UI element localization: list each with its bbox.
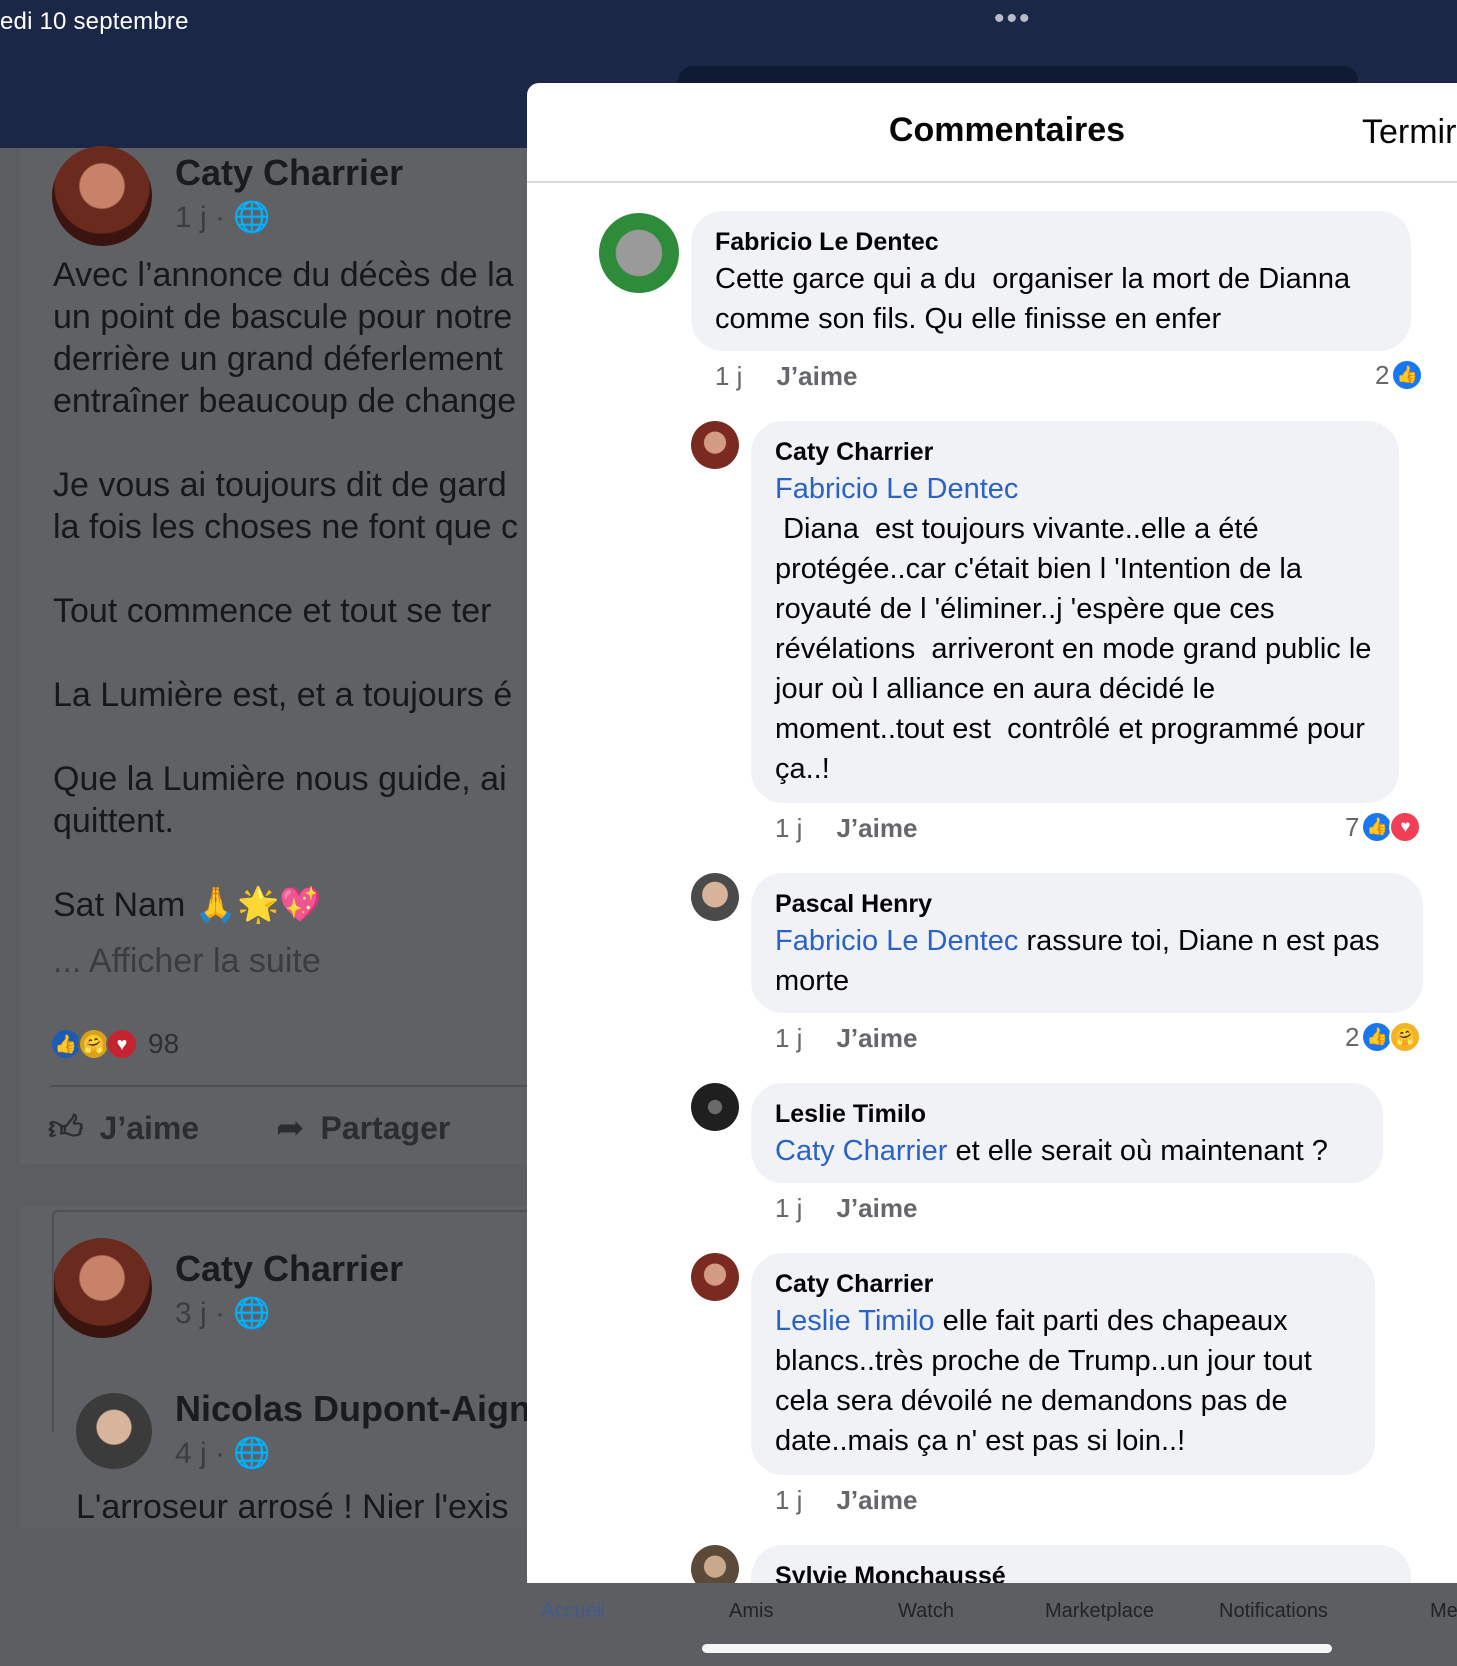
see-more-link[interactable]: ... Afficher la suite [53, 942, 321, 981]
mention-link[interactable]: Caty Charrier [775, 1135, 947, 1167]
comment-like-button[interactable]: J’aime [836, 1023, 917, 1054]
share-icon: ➦ [276, 1109, 305, 1147]
post-meta: 1 j · 🌐 [175, 201, 271, 234]
comment-list[interactable]: Fabricio Le Dentec Cette garce qui a du … [527, 183, 1457, 1583]
commenter-avatar[interactable] [691, 1253, 739, 1301]
comment-like-button[interactable]: J’aime [836, 1193, 917, 1224]
comment-reactions[interactable]: 7 👍 ♥ [1345, 811, 1422, 843]
comment-like-button[interactable]: J’aime [836, 813, 917, 844]
comment-actions: 1 j J’aime [715, 361, 857, 392]
comment-like-button[interactable]: J’aime [836, 1485, 917, 1516]
reaction-count: 2 [1375, 359, 1390, 390]
share-label: Partager [320, 1109, 451, 1146]
comment-author[interactable]: Pascal Henry [775, 887, 1399, 921]
comment-reactions[interactable]: 2 👍 [1375, 359, 1424, 391]
love-icon: ♥ [106, 1028, 138, 1060]
comment-author[interactable]: Sylvie Monchaussé [775, 1559, 1387, 1583]
comment-bubble[interactable]: Caty Charrier Fabricio Le Dentec Diana e… [751, 421, 1399, 803]
commenter-avatar[interactable] [691, 1083, 739, 1131]
shared-author-name[interactable]: Nicolas Dupont-Aigna [175, 1388, 551, 1430]
shared-post-meta: 4 j · 🌐 [175, 1437, 271, 1470]
multitasking-dots-icon[interactable]: ••• [994, 2, 1032, 36]
comment-text: Caty Charrier et elle serait où maintena… [775, 1131, 1359, 1171]
comment-bubble[interactable]: Sylvie Monchaussé [751, 1545, 1411, 1583]
comment-bubble[interactable]: Pascal Henry Fabricio Le Dentec rassure … [751, 873, 1423, 1013]
like-label: J’aime [99, 1110, 200, 1146]
shared-author-avatar[interactable] [76, 1393, 152, 1469]
sheet-title: Commentaires [888, 111, 1126, 149]
comment-text: Cette garce qui a du organiser la mort d… [715, 259, 1387, 339]
commenter-avatar[interactable] [691, 873, 739, 921]
comment-body: et elle serait où maintenant ? [947, 1135, 1328, 1167]
comment-text: Fabricio Le Dentec Diana est toujours vi… [775, 469, 1375, 789]
like-button[interactable]: 👍︎ J’aime [48, 1108, 199, 1149]
commenter-avatar[interactable] [691, 421, 739, 469]
reaction-count: 98 [148, 1028, 180, 1059]
tab-friends[interactable]: Amis [729, 1600, 773, 1623]
comment-reactions[interactable]: 2 👍 🤗 [1345, 1021, 1422, 1053]
thumbs-up-icon: 👍︎ [48, 1109, 84, 1147]
comment-like-button[interactable]: J’aime [776, 361, 857, 392]
tab-notifications[interactable]: Notifications [1219, 1600, 1328, 1623]
post-author-name[interactable]: Caty Charrier [175, 152, 403, 194]
comment-actions: 1 j J’aime [775, 1193, 917, 1224]
tab-menu[interactable]: Me [1430, 1600, 1457, 1623]
comment-author[interactable]: Caty Charrier [775, 435, 1375, 469]
share-button[interactable]: ➦ Partager [276, 1108, 450, 1148]
post-text: Avec l’annonce du décès de la un point d… [53, 256, 518, 924]
comment-text: Fabricio Le Dentec rassure toi, Diane n … [775, 921, 1399, 1001]
comment-time: 1 j [775, 813, 803, 843]
comment-time: 1 j [715, 361, 743, 391]
mention-link[interactable]: Fabricio Le Dentec [775, 925, 1018, 957]
reaction-count: 7 [1345, 811, 1360, 842]
tab-marketplace[interactable]: Marketplace [1045, 1600, 1154, 1623]
post-reactions[interactable]: 👍 🤗 ♥ 98 [50, 1028, 179, 1060]
reaction-count: 2 [1345, 1021, 1360, 1052]
comment-author[interactable]: Fabricio Le Dentec [715, 225, 1387, 259]
comment-time: 1 j [775, 1193, 803, 1223]
mention-link[interactable]: Leslie Timilo [775, 1305, 935, 1337]
tab-home[interactable]: Accueil [541, 1600, 605, 1623]
mention-link[interactable]: Fabricio Le Dentec [775, 473, 1018, 505]
comment-time: 1 j [775, 1485, 803, 1515]
shared-post-text: L'arroseur arrosé ! Nier l'exis [76, 1488, 509, 1526]
comment-author[interactable]: Caty Charrier [775, 1267, 1351, 1301]
comment-bubble[interactable]: Caty Charrier Leslie Timilo elle fait pa… [751, 1253, 1375, 1475]
comment-time: 1 j [775, 1023, 803, 1053]
post-author-avatar[interactable] [52, 146, 152, 246]
comment-text: Leslie Timilo elle fait parti des chapea… [775, 1301, 1351, 1461]
home-indicator [702, 1644, 1332, 1653]
comment-body: Cette garce qui a du organiser la mort d… [715, 263, 1359, 335]
comment-body: Diana est toujours vivante..elle a été p… [775, 513, 1380, 785]
comment-actions: 1 j J’aime [775, 813, 917, 844]
care-icon: 🤗 [1389, 1021, 1422, 1053]
commenter-avatar[interactable] [691, 1545, 739, 1583]
status-date: edi 10 septembre [0, 8, 189, 35]
sheet-header: Commentaires Termir [527, 83, 1457, 183]
love-icon: ♥ [1389, 811, 1422, 843]
done-button[interactable]: Termir [1362, 113, 1456, 152]
divider [50, 1085, 530, 1087]
comment-bubble[interactable]: Fabricio Le Dentec Cette garce qui a du … [691, 211, 1411, 351]
comment-author[interactable]: Leslie Timilo [775, 1097, 1359, 1131]
comment-bubble[interactable]: Leslie Timilo Caty Charrier et elle sera… [751, 1083, 1383, 1183]
tab-watch[interactable]: Watch [898, 1600, 954, 1623]
commenter-avatar[interactable] [599, 213, 679, 293]
comments-sheet: Commentaires Termir Fabricio Le Dentec C… [527, 83, 1457, 1583]
like-icon: 👍 [1391, 359, 1424, 391]
comment-actions: 1 j J’aime [775, 1485, 917, 1516]
comment-actions: 1 j J’aime [775, 1023, 917, 1054]
